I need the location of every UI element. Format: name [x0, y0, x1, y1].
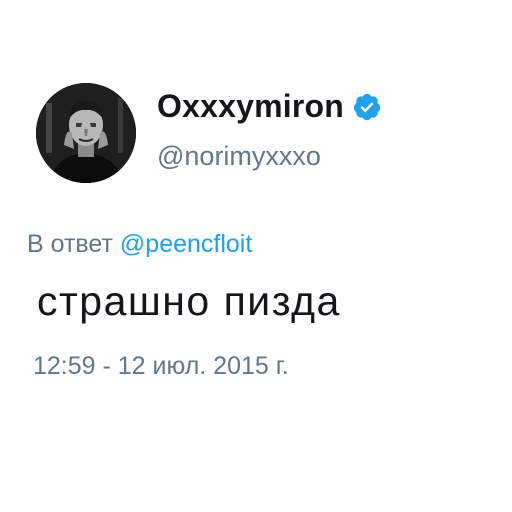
- portrait-avatar-icon: [36, 83, 136, 183]
- tweet-card: Oxxxymiron @norimyxxxo В ответ @peencflo…: [0, 0, 512, 512]
- reply-context: В ответ @peencfloit: [27, 230, 252, 259]
- author-display-name[interactable]: Oxxxymiron: [157, 88, 344, 125]
- verified-badge-icon: [352, 92, 382, 122]
- author-name-row: Oxxxymiron: [157, 88, 382, 125]
- tweet-text: страшно пизда: [37, 278, 341, 324]
- reply-handle-link[interactable]: @peencfloit: [120, 230, 252, 258]
- avatar[interactable]: [36, 83, 136, 183]
- tweet-timestamp[interactable]: 12:59 - 12 июл. 2015 г.: [33, 352, 289, 381]
- author-handle[interactable]: @norimyxxxo: [157, 141, 321, 172]
- reply-prefix: В ответ: [27, 230, 113, 258]
